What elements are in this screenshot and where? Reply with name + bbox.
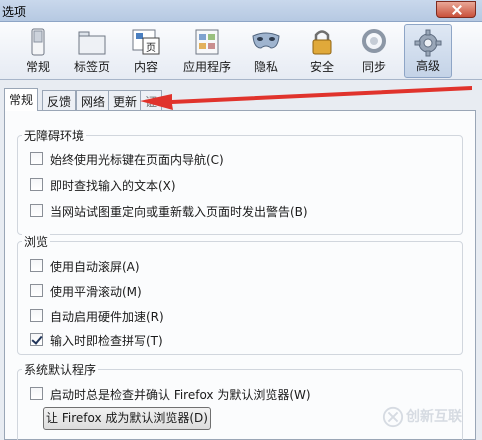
checkbox-label: 自动启用硬件加速(R) [50,310,164,324]
pane-label: 应用程序 [182,60,231,74]
checkbox[interactable] [30,152,43,165]
pane-label: 常规 [25,60,50,74]
checkbox[interactable] [30,204,43,217]
pane-label: 隐私 [253,60,278,74]
pane-advanced[interactable]: 高级 [404,24,452,78]
pane-label: 安全 [309,60,334,74]
checkbox-label: 始终使用光标键在页面内导航(C) [50,153,224,167]
title-bar: 选项 [0,0,482,22]
watermark-text: 创新互联 [406,409,462,425]
preferences-toolbar: 常规 标签页 页 内容 应用程序 隐私 安全 同步 高级 [0,22,482,80]
checkbox[interactable] [30,259,43,272]
tab-certificates[interactable]: 证 [140,90,162,110]
watermark-logo: 创新互联 [380,404,480,436]
checkbox-label: 输入时即检查拼写(T) [50,334,163,348]
checkbox-label: 启动时总是检查并确认 Firefox 为默认浏览器(W) [50,388,311,402]
make-default-browser-button[interactable]: 让 Firefox 成为默认浏览器(D) [43,407,211,430]
window-title: 选项 [2,5,27,19]
pane-label: 标签页 [73,60,110,74]
padlock-icon [312,30,332,55]
advanced-subtabs: 常规 反馈 网络 更新 证 [0,88,482,111]
group-title: 无障碍环境 [22,127,87,144]
tab-general[interactable]: 常规 [4,88,39,111]
advanced-general-panel: 无障碍环境 始终使用光标键在页面内导航(C) 即时查找输入的文本(X) 当网站试… [4,110,476,440]
pane-security[interactable]: 安全 [302,24,342,78]
tab-feedback[interactable]: 反馈 [42,90,77,110]
checkbox[interactable] [30,284,43,297]
tab-label: 网络 [81,95,106,109]
watermark-x-icon [382,406,404,428]
pane-sync[interactable]: 同步 [354,24,394,78]
applications-icon [195,29,219,55]
pane-label: 高级 [415,59,440,73]
pane-content[interactable]: 页 内容 [126,24,166,78]
tab-update[interactable]: 更新 [108,90,143,110]
pane-privacy[interactable]: 隐私 [246,24,286,78]
pane-label: 内容 [133,60,158,74]
tab-label: 反馈 [47,95,72,109]
pane-applications[interactable]: 应用程序 [178,24,236,78]
group-title: 系统默认程序 [22,361,99,378]
gear-icon [414,29,442,57]
checkbox-label: 使用自动滚屏(A) [50,260,140,274]
browsing-group: 浏览 使用自动滚屏(A) 使用平滑滚动(M) 自动启用硬件加速(R) 输入时即检… [17,233,463,355]
checkbox-checked[interactable] [30,333,43,346]
checkbox[interactable] [30,178,43,191]
group-title: 浏览 [22,233,51,250]
tab-network[interactable]: 网络 [76,90,111,110]
pane-label: 同步 [361,60,386,74]
checkbox-label: 当网站试图重定向或重新载入页面时发出警告(B) [50,205,308,219]
accessibility-group: 无障碍环境 始终使用光标键在页面内导航(C) 即时查找输入的文本(X) 当网站试… [17,127,463,235]
tab-label: 更新 [113,95,138,109]
checkbox[interactable] [30,387,43,400]
pane-tabs[interactable]: 标签页 [66,24,118,78]
pane-general[interactable]: 常规 [18,24,58,78]
checkbox-label: 即时查找输入的文本(X) [50,179,176,193]
folder-tabs-icon [78,31,106,55]
checkbox-label: 使用平滑滚动(M) [50,285,142,299]
sync-icon [362,29,386,53]
checkbox[interactable] [30,309,43,322]
mask-icon [252,32,280,49]
close-button[interactable] [436,1,476,18]
tab-label: 证 [145,95,158,109]
tab-label: 常规 [9,93,34,107]
switch-icon [31,28,45,56]
page-content-icon: 页 [132,29,160,55]
svg-text:页: 页 [146,42,156,54]
